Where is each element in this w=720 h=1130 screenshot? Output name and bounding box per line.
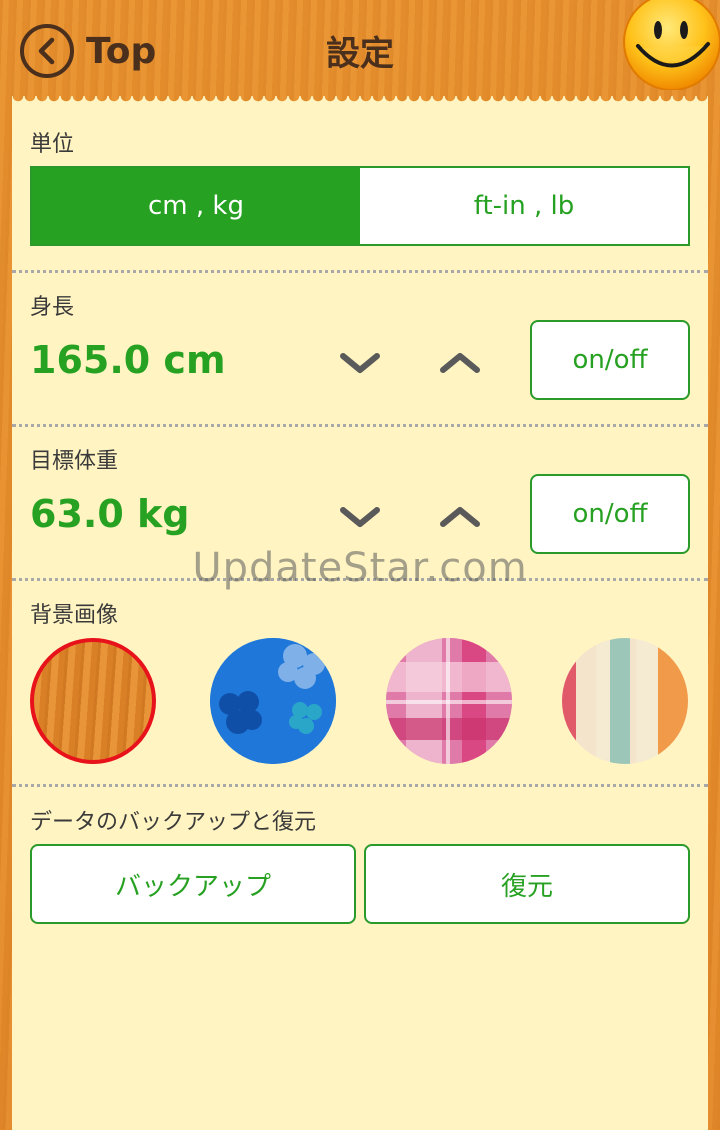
divider xyxy=(12,578,708,581)
height-value: 165.0 cm xyxy=(30,338,226,382)
background-option-stripes[interactable] xyxy=(562,638,688,764)
weight-toggle-button[interactable]: on/off xyxy=(530,474,690,554)
height-section: 身長 165.0 cm on/off xyxy=(12,274,708,424)
background-option-blue-flowers[interactable] xyxy=(210,638,336,764)
target-weight-value: 63.0 kg xyxy=(30,492,190,536)
units-label: 単位 xyxy=(30,132,75,157)
chevron-left-icon xyxy=(20,24,74,78)
divider xyxy=(12,784,708,787)
background-option-wood[interactable] xyxy=(30,638,156,764)
background-option-pink-check[interactable] xyxy=(386,638,512,764)
backup-button[interactable]: バックアップ xyxy=(30,844,356,924)
target-weight-label: 目標体重 xyxy=(30,449,119,474)
height-increase-chevron-up-icon[interactable] xyxy=(437,348,483,378)
units-option-metric[interactable]: cm , kg xyxy=(32,168,360,244)
height-toggle-button[interactable]: on/off xyxy=(530,320,690,400)
background-label: 背景画像 xyxy=(30,603,119,628)
backup-section: データのバックアップと復元 バックアップ 復元 xyxy=(12,788,708,948)
settings-panel: 単位 cm , kg ft-in , lb 身長 165.0 cm on/off… xyxy=(12,106,708,1130)
back-label: Top xyxy=(86,30,157,72)
backup-label: データのバックアップと復元 xyxy=(30,810,317,835)
background-section: 背景画像 xyxy=(12,582,708,782)
back-button[interactable]: Top xyxy=(20,20,156,82)
height-decrease-chevron-down-icon[interactable] xyxy=(337,348,383,378)
restore-button[interactable]: 復元 xyxy=(364,844,690,924)
weight-decrease-chevron-down-icon[interactable] xyxy=(337,502,383,532)
divider xyxy=(12,424,708,427)
units-segmented-control: cm , kg ft-in , lb xyxy=(30,166,690,246)
units-section: 単位 cm , kg ft-in , lb xyxy=(12,106,708,270)
header-bar: Top 設定 xyxy=(0,0,720,100)
height-label: 身長 xyxy=(30,295,75,320)
units-option-imperial[interactable]: ft-in , lb xyxy=(360,168,688,244)
divider xyxy=(12,270,708,273)
target-weight-section: 目標体重 63.0 kg on/off xyxy=(12,428,708,578)
weight-increase-chevron-up-icon[interactable] xyxy=(437,502,483,532)
smiley-icon[interactable] xyxy=(622,0,720,91)
